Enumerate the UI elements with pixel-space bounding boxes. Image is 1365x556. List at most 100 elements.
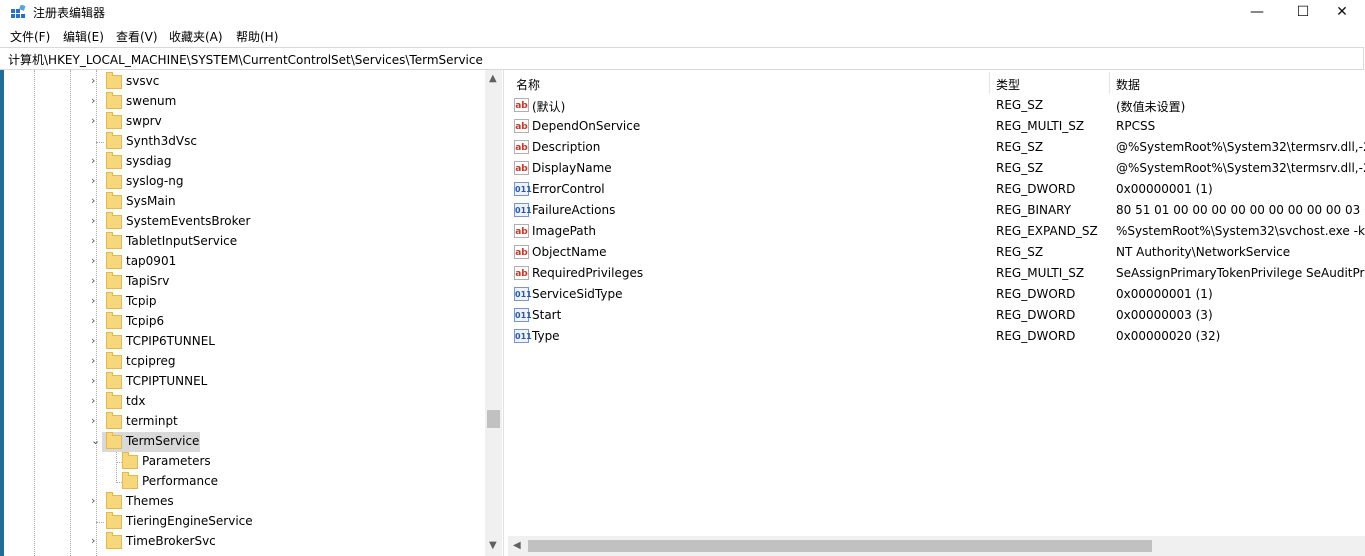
menu-file[interactable]: 文件(F) bbox=[10, 28, 50, 45]
folder-icon bbox=[106, 292, 122, 309]
binary-value-icon: 011 bbox=[514, 287, 532, 301]
chevron-right-icon[interactable]: › bbox=[91, 115, 101, 126]
address-bar[interactable]: 计算机\HKEY_LOCAL_MACHINE\SYSTEM\CurrentCon… bbox=[0, 47, 1364, 70]
tree-scroll-thumb[interactable] bbox=[487, 410, 500, 428]
string-value-icon: ab bbox=[514, 245, 529, 259]
value-row[interactable]: 011 FailureActions REG_BINARY 80 51 01 00 0… bbox=[508, 200, 1365, 221]
tree-item[interactable]: › TCPIPTUNNEL bbox=[0, 372, 485, 392]
chevron-right-icon[interactable]: › bbox=[91, 395, 101, 406]
chevron-right-icon[interactable]: › bbox=[91, 495, 101, 506]
string-value-icon: ab bbox=[514, 98, 529, 112]
chevron-right-icon[interactable]: › bbox=[91, 335, 101, 346]
menu-help[interactable]: 帮助(H) bbox=[236, 28, 278, 45]
folder-icon bbox=[106, 332, 122, 349]
value-row[interactable]: ab DisplayName REG_SZ @%SystemRoot%\System3… bbox=[508, 158, 1365, 179]
tree-item-label: TimeBrokerSvc bbox=[126, 534, 216, 548]
tree-item[interactable]: › syslog-ng bbox=[0, 172, 485, 192]
tree-item[interactable]: › TimeBrokerSvc bbox=[0, 532, 485, 552]
tree-item[interactable]: Performance bbox=[0, 472, 485, 492]
value-name: RequiredPrivileges bbox=[532, 266, 644, 280]
chevron-right-icon[interactable]: › bbox=[91, 295, 101, 306]
key-tree-pane: › svsvc › swenum › swprv Synth3dVsc › sysdiag › sy… bbox=[0, 70, 504, 556]
value-row[interactable]: ab (默认) REG_SZ (数值未设置) bbox=[508, 95, 1365, 116]
tree-item[interactable]: › tap0901 bbox=[0, 252, 485, 272]
values-scroll-thumb[interactable] bbox=[528, 540, 1152, 552]
chevron-right-icon[interactable]: › bbox=[91, 315, 101, 326]
tree-item[interactable]: › TCPIP6TUNNEL bbox=[0, 332, 485, 352]
value-row[interactable]: ab DependOnService REG_MULTI_SZ RPCSS bbox=[508, 116, 1365, 137]
tree-item-label: TCPIPTUNNEL bbox=[126, 374, 208, 388]
column-divider[interactable] bbox=[1109, 72, 1110, 94]
tree-item[interactable]: › swprv bbox=[0, 112, 485, 132]
chevron-right-icon[interactable]: › bbox=[91, 415, 101, 426]
value-type: REG_DWORD bbox=[996, 329, 1076, 343]
tree-item[interactable]: › TapiSrv bbox=[0, 272, 485, 292]
tree-vertical-scrollbar[interactable]: ▲ ▼ bbox=[485, 70, 502, 556]
value-data: 0x00000001 (1) bbox=[1116, 287, 1213, 301]
chevron-right-icon[interactable]: › bbox=[91, 95, 101, 106]
minimize-button[interactable]: — bbox=[1234, 0, 1280, 24]
chevron-right-icon[interactable]: › bbox=[91, 375, 101, 386]
menu-favorites[interactable]: 收藏夹(A) bbox=[169, 28, 223, 45]
value-name: ObjectName bbox=[532, 245, 607, 259]
tree-item[interactable]: ⌄ TermService bbox=[0, 432, 485, 452]
value-row[interactable]: 011 ErrorControl REG_DWORD 0x00000001 (1) bbox=[508, 179, 1365, 200]
chevron-right-icon[interactable]: › bbox=[91, 235, 101, 246]
chevron-right-icon[interactable]: › bbox=[91, 175, 101, 186]
scroll-down-icon[interactable]: ▼ bbox=[489, 540, 497, 551]
title-bar: 注册表编辑器 — ☐ ✕ bbox=[0, 0, 1365, 24]
value-data: 0x00000001 (1) bbox=[1116, 182, 1213, 196]
tree-connector bbox=[96, 522, 104, 523]
value-row[interactable]: ab Description REG_SZ @%SystemRoot%\System3… bbox=[508, 137, 1365, 158]
scroll-up-icon[interactable]: ▲ bbox=[489, 73, 497, 84]
column-header-name[interactable]: 名称 bbox=[516, 76, 540, 93]
chevron-right-icon[interactable]: › bbox=[91, 75, 101, 86]
tree-item[interactable]: › Tcpip bbox=[0, 292, 485, 312]
chevron-right-icon[interactable]: › bbox=[91, 155, 101, 166]
folder-icon bbox=[106, 72, 122, 89]
tree-item[interactable]: Parameters bbox=[0, 452, 485, 472]
tree-item[interactable]: › sysdiag bbox=[0, 152, 485, 172]
chevron-down-icon[interactable]: ⌄ bbox=[91, 435, 101, 446]
chevron-right-icon[interactable]: › bbox=[91, 255, 101, 266]
tree-item[interactable]: › TabletInputService bbox=[0, 232, 485, 252]
chevron-right-icon[interactable]: › bbox=[91, 355, 101, 366]
chevron-right-icon[interactable]: › bbox=[91, 195, 101, 206]
menu-edit[interactable]: 编辑(E) bbox=[63, 28, 104, 45]
value-row[interactable]: 011 Start REG_DWORD 0x00000003 (3) bbox=[508, 305, 1365, 326]
tree-item[interactable]: › terminpt bbox=[0, 412, 485, 432]
tree-item[interactable]: › Themes bbox=[0, 492, 485, 512]
folder-icon bbox=[106, 372, 122, 389]
binary-value-icon: 011 bbox=[514, 329, 532, 343]
tree-item[interactable]: › svsvc bbox=[0, 72, 485, 92]
tree-item[interactable]: Synth3dVsc bbox=[0, 132, 485, 152]
folder-icon bbox=[106, 492, 122, 509]
value-row[interactable]: ab RequiredPrivileges REG_MULTI_SZ SeAssign… bbox=[508, 263, 1365, 284]
column-divider[interactable] bbox=[989, 72, 990, 94]
chevron-right-icon[interactable]: › bbox=[91, 535, 101, 546]
tree-item[interactable]: › swenum bbox=[0, 92, 485, 112]
column-header-type[interactable]: 类型 bbox=[996, 76, 1020, 93]
tree-item[interactable]: TieringEngineService bbox=[0, 512, 485, 532]
folder-icon bbox=[122, 452, 138, 469]
tree-item[interactable]: › SystemEventsBroker bbox=[0, 212, 485, 232]
scroll-left-icon[interactable]: ◀ bbox=[513, 540, 521, 551]
tree-item[interactable]: › tdx bbox=[0, 392, 485, 412]
values-horizontal-scrollbar[interactable]: ◀ bbox=[508, 536, 1365, 556]
tree-item[interactable]: › SysMain bbox=[0, 192, 485, 212]
value-row[interactable]: 011 ServiceSidType REG_DWORD 0x00000001 (1) bbox=[508, 284, 1365, 305]
column-header-data[interactable]: 数据 bbox=[1116, 76, 1140, 93]
menu-view[interactable]: 查看(V) bbox=[116, 28, 158, 45]
value-row[interactable]: ab ObjectName REG_SZ NT Authority\NetworkSe… bbox=[508, 242, 1365, 263]
close-button[interactable]: ✕ bbox=[1319, 0, 1365, 24]
value-row[interactable]: ab ImagePath REG_EXPAND_SZ %SystemRoot%\Sys… bbox=[508, 221, 1365, 242]
value-type: REG_SZ bbox=[996, 98, 1044, 112]
tree-item[interactable]: › Tcpip6 bbox=[0, 312, 485, 332]
address-path[interactable]: 计算机\HKEY_LOCAL_MACHINE\SYSTEM\CurrentCon… bbox=[8, 51, 483, 68]
value-data: NT Authority\NetworkService bbox=[1116, 245, 1291, 259]
tree-item[interactable]: › tcpipreg bbox=[0, 352, 485, 372]
value-row[interactable]: 011 Type REG_DWORD 0x00000020 (32) bbox=[508, 326, 1365, 347]
chevron-right-icon[interactable]: › bbox=[91, 215, 101, 226]
value-data: 80 51 01 00 00 00 00 00 00 00 00 00 03 0… bbox=[1116, 203, 1365, 217]
chevron-right-icon[interactable]: › bbox=[91, 275, 101, 286]
